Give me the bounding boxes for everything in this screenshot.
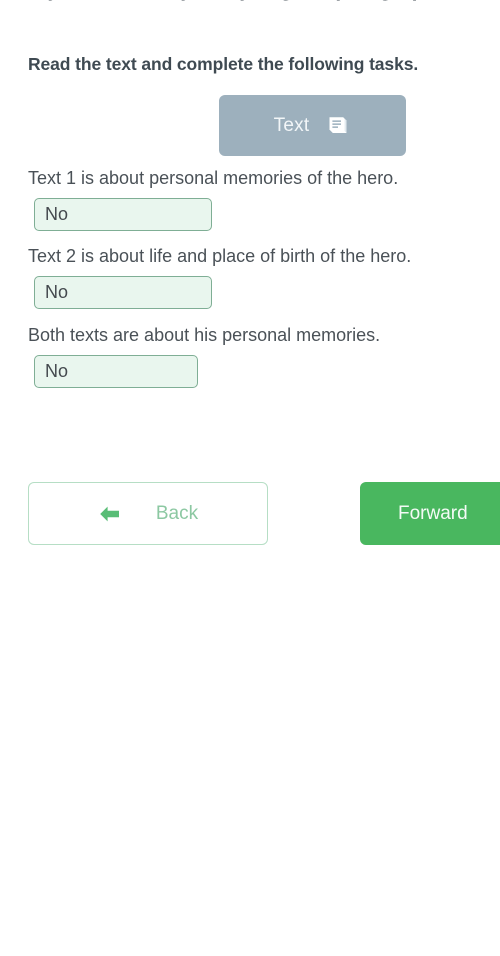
book-icon [325, 113, 351, 139]
answer-input-2[interactable] [34, 276, 212, 309]
arrow-left-icon [98, 504, 122, 524]
back-button-label: Back [155, 502, 199, 524]
question-prompt: Text 2 is about life and place of birth … [28, 246, 412, 266]
question-prompt: Text 1 is about personal memories of the… [28, 168, 399, 188]
forward-button[interactable]: Forward [360, 482, 500, 545]
question-prompt: Both texts are about his personal memori… [28, 325, 381, 345]
forward-button-label: Forward [398, 502, 468, 524]
clipped-heading-above: Try to answer by analyzing the paragraph… [28, 0, 500, 2]
answer-input-1[interactable] [34, 198, 212, 231]
page-title: Read the text and complete the following… [28, 54, 419, 74]
text-attachment-button[interactable]: Text [219, 95, 406, 156]
text-attachment-label: Text [273, 114, 310, 136]
back-button[interactable]: Back [28, 482, 268, 545]
answer-input-3[interactable] [34, 355, 198, 388]
